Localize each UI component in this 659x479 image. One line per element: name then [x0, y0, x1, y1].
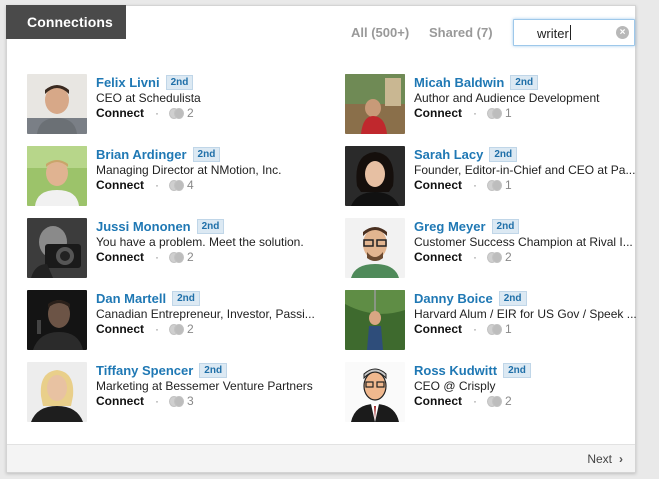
connection-name[interactable]: Danny Boice	[414, 291, 493, 306]
pagination-footer: Next ›	[7, 444, 635, 472]
connection-name[interactable]: Tiffany Spencer	[96, 363, 193, 378]
connection-headline: Customer Success Champion at Rival I...	[414, 235, 633, 249]
shared-connections-icon[interactable]	[169, 323, 184, 335]
avatar[interactable]	[27, 74, 87, 134]
connection-card: Sarah Lacy 2nd Founder, Editor-in-Chief a…	[345, 146, 645, 208]
connect-button[interactable]: Connect	[414, 322, 462, 336]
connection-name[interactable]: Dan Martell	[96, 291, 166, 306]
connection-card: Jussi Mononen 2nd You have a problem. Mee…	[27, 218, 327, 280]
shared-connections-icon[interactable]	[487, 107, 502, 119]
shared-connections-icon[interactable]	[487, 179, 502, 191]
connection-headline: CEO at Schedulista	[96, 91, 201, 105]
shared-connections-icon[interactable]	[487, 323, 502, 335]
connect-button[interactable]: Connect	[96, 250, 144, 264]
connect-button[interactable]: Connect	[414, 106, 462, 120]
shared-connections-icon[interactable]	[169, 179, 184, 191]
shared-connections-icon[interactable]	[169, 251, 184, 263]
connections-panel: Connections All (500+) Shared (7) writer…	[6, 5, 637, 473]
separator: ·	[155, 394, 159, 408]
avatar[interactable]	[27, 146, 87, 206]
next-label: Next	[587, 452, 612, 466]
shared-count[interactable]: 1	[505, 322, 512, 336]
separator: ·	[155, 106, 159, 120]
connect-button[interactable]: Connect	[96, 394, 144, 408]
degree-badge: 2nd	[489, 147, 518, 162]
connection-name[interactable]: Felix Livni	[96, 75, 160, 90]
connect-button[interactable]: Connect	[414, 178, 462, 192]
shared-connections-icon[interactable]	[487, 251, 502, 263]
connections-list: Felix Livni 2nd CEO at Schedulista Connec…	[7, 6, 637, 472]
connection-card: Micah Baldwin 2nd Author and Audience Dev…	[345, 74, 645, 136]
avatar[interactable]	[345, 218, 405, 278]
shared-count[interactable]: 2	[187, 106, 194, 120]
degree-badge: 2nd	[510, 75, 539, 90]
chevron-right-icon: ›	[619, 452, 623, 466]
shared-count[interactable]: 2	[187, 322, 194, 336]
connection-headline: Canadian Entrepreneur, Investor, Passi..…	[96, 307, 315, 321]
avatar[interactable]	[345, 146, 405, 206]
avatar[interactable]	[27, 290, 87, 350]
connection-card: Brian Ardinger 2nd Managing Director at N…	[27, 146, 327, 208]
connect-button[interactable]: Connect	[414, 394, 462, 408]
connect-button[interactable]: Connect	[96, 322, 144, 336]
separator: ·	[155, 322, 159, 336]
shared-count[interactable]: 2	[505, 394, 512, 408]
connection-name[interactable]: Micah Baldwin	[414, 75, 504, 90]
connect-button[interactable]: Connect	[96, 178, 144, 192]
separator: ·	[473, 394, 477, 408]
degree-badge: 2nd	[503, 363, 531, 378]
degree-badge: 2nd	[165, 75, 194, 90]
shared-count[interactable]: 2	[187, 250, 194, 264]
degree-badge: 2nd	[199, 363, 228, 378]
shared-connections-icon[interactable]	[487, 395, 502, 407]
avatar[interactable]	[345, 362, 405, 422]
separator: ·	[473, 106, 477, 120]
connection-headline: Managing Director at NMotion, Inc.	[96, 163, 282, 177]
connection-card: Danny Boice 2nd Harvard Alum / EIR for US…	[345, 290, 645, 352]
connection-card: Felix Livni 2nd CEO at Schedulista Connec…	[27, 74, 327, 136]
connection-name[interactable]: Sarah Lacy	[414, 147, 483, 162]
avatar[interactable]	[27, 218, 87, 278]
degree-badge: 2nd	[498, 291, 527, 306]
connection-name[interactable]: Greg Meyer	[414, 219, 486, 234]
degree-badge: 2nd	[196, 219, 225, 234]
connection-card: Tiffany Spencer 2nd Marketing at Bessemer…	[27, 362, 327, 424]
shared-count[interactable]: 4	[187, 178, 194, 192]
connection-card: Ross Kudwitt 2nd CEO @ Crisply Connect · 2	[345, 362, 645, 424]
connection-headline: CEO @ Crisply	[414, 379, 496, 393]
degree-badge: 2nd	[192, 147, 221, 162]
separator: ·	[155, 178, 159, 192]
connection-card: Greg Meyer 2nd Customer Success Champion …	[345, 218, 645, 280]
connect-button[interactable]: Connect	[96, 106, 144, 120]
avatar[interactable]	[345, 74, 405, 134]
shared-count[interactable]: 1	[505, 106, 512, 120]
connection-headline: Founder, Editor-in-Chief and CEO at Pa..…	[414, 163, 636, 177]
avatar[interactable]	[345, 290, 405, 350]
shared-count[interactable]: 3	[187, 394, 194, 408]
connection-headline: Author and Audience Development	[414, 91, 600, 105]
connection-name[interactable]: Brian Ardinger	[96, 147, 187, 162]
degree-badge: 2nd	[491, 219, 520, 234]
connection-headline: Marketing at Bessemer Venture Partners	[96, 379, 313, 393]
shared-count[interactable]: 2	[505, 250, 512, 264]
degree-badge: 2nd	[172, 291, 200, 306]
avatar[interactable]	[27, 362, 87, 422]
connection-headline: You have a problem. Meet the solution.	[96, 235, 304, 249]
connect-button[interactable]: Connect	[414, 250, 462, 264]
shared-count[interactable]: 1	[505, 178, 512, 192]
shared-connections-icon[interactable]	[169, 107, 184, 119]
next-button[interactable]: Next ›	[587, 452, 623, 466]
separator: ·	[155, 250, 159, 264]
separator: ·	[473, 178, 477, 192]
connection-name[interactable]: Ross Kudwitt	[414, 363, 497, 378]
separator: ·	[473, 322, 477, 336]
connection-name[interactable]: Jussi Mononen	[96, 219, 191, 234]
separator: ·	[473, 250, 477, 264]
shared-connections-icon[interactable]	[169, 395, 184, 407]
connection-headline: Harvard Alum / EIR for US Gov / Speek ..…	[414, 307, 637, 321]
connection-card: Dan Martell 2nd Canadian Entrepreneur, In…	[27, 290, 327, 352]
